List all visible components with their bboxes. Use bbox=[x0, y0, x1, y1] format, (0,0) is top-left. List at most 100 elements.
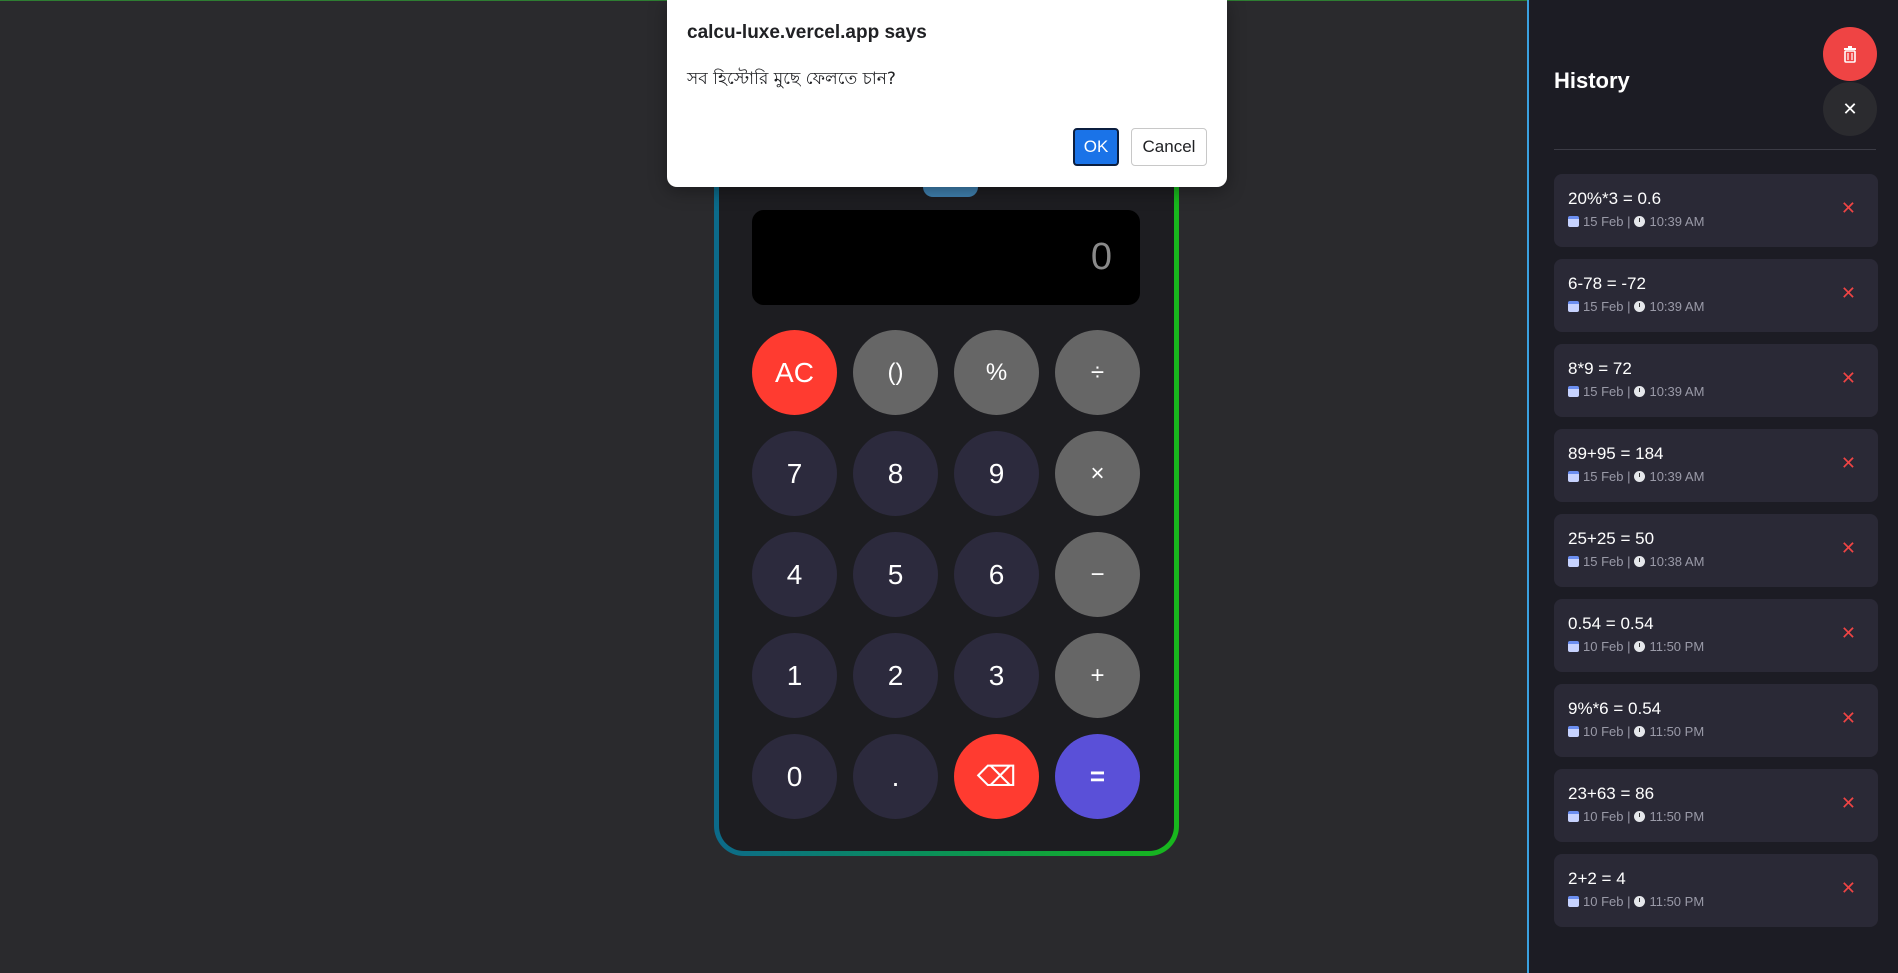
digit-8-key[interactable]: 8 bbox=[853, 431, 938, 516]
delete-history-item-button[interactable]: ✕ bbox=[1841, 198, 1856, 219]
calendar-icon bbox=[1568, 386, 1579, 397]
keypad: AC()% ÷ 7 8 9 × 4 5 6− 1 2 3 +0. ⌫ = bbox=[752, 330, 1140, 819]
digit-4-key[interactable]: 4 bbox=[752, 532, 837, 617]
calendar-icon bbox=[1568, 811, 1579, 822]
calendar-icon bbox=[1568, 641, 1579, 652]
history-expression: 2+2 = 4 bbox=[1568, 869, 1626, 888]
multiply-key[interactable]: × bbox=[1055, 431, 1140, 516]
ac-key[interactable]: AC bbox=[752, 330, 837, 415]
digit-7-key[interactable]: 7 bbox=[752, 431, 837, 516]
history-expression: 9%*6 = 0.54 bbox=[1568, 699, 1662, 718]
calendar-icon bbox=[1568, 726, 1579, 737]
confirm-dialog: calcu-luxe.vercel.app says সব হিস্টোরি ম… bbox=[667, 0, 1227, 187]
history-item[interactable]: 20%*3 = 0.6 15 Feb | 10:39 AM ✕ bbox=[1554, 174, 1878, 247]
history-panel: History ✕ 20%*3 = 0.6 15 Feb | 10:39 AM ✕ 6-… bbox=[1527, 0, 1898, 973]
delete-history-item-button[interactable]: ✕ bbox=[1841, 878, 1856, 899]
digit-5-key[interactable]: 5 bbox=[853, 532, 938, 617]
history-date: 15 Feb | bbox=[1583, 554, 1631, 569]
delete-history-item-button[interactable]: ✕ bbox=[1841, 623, 1856, 644]
digit-3-key[interactable]: 3 bbox=[954, 633, 1039, 718]
delete-history-item-button[interactable]: ✕ bbox=[1841, 368, 1856, 389]
clock-icon bbox=[1634, 896, 1646, 907]
calculator: 0 AC()% ÷ 7 8 9 × 4 5 6− 1 2 3 +0. ⌫ = bbox=[714, 120, 1179, 856]
close-history-button[interactable]: ✕ bbox=[1823, 82, 1877, 136]
delete-history-item-button[interactable]: ✕ bbox=[1841, 538, 1856, 559]
history-time: 11:50 PM bbox=[1649, 809, 1705, 824]
close-icon: ✕ bbox=[1842, 98, 1858, 119]
history-date: 15 Feb | bbox=[1583, 299, 1631, 314]
clock-icon bbox=[1634, 726, 1646, 737]
digit-9-key[interactable]: 9 bbox=[954, 431, 1039, 516]
history-date: 10 Feb | bbox=[1583, 894, 1631, 909]
display-value: 0 bbox=[1090, 236, 1112, 278]
parentheses-key[interactable]: () bbox=[853, 330, 938, 415]
clock-icon bbox=[1634, 811, 1646, 822]
add-key[interactable]: + bbox=[1055, 633, 1140, 718]
history-meta: 15 Feb | 10:38 AM bbox=[1568, 554, 1878, 569]
history-time: 10:38 AM bbox=[1649, 554, 1705, 569]
history-item[interactable]: 23+63 = 86 10 Feb | 11:50 PM ✕ bbox=[1554, 769, 1878, 842]
dialog-message: সব হিস্টোরি মুছে ফেলতে চান? bbox=[687, 69, 896, 89]
history-list: 20%*3 = 0.6 15 Feb | 10:39 AM ✕ 6-78 = -72 15… bbox=[1554, 174, 1878, 939]
delete-history-item-button[interactable]: ✕ bbox=[1841, 283, 1856, 304]
history-expression: 8*9 = 72 bbox=[1568, 359, 1632, 378]
decimal-key[interactable]: . bbox=[853, 734, 938, 819]
trash-icon bbox=[1844, 46, 1856, 63]
history-item[interactable]: 25+25 = 50 15 Feb | 10:38 AM ✕ bbox=[1554, 514, 1878, 587]
calculator-display: 0 bbox=[752, 210, 1140, 305]
history-divider bbox=[1554, 149, 1876, 150]
history-date: 15 Feb | bbox=[1583, 214, 1631, 229]
delete-history-item-button[interactable]: ✕ bbox=[1841, 793, 1856, 814]
clear-history-button[interactable] bbox=[1823, 27, 1877, 81]
history-expression: 0.54 = 0.54 bbox=[1568, 614, 1654, 633]
history-time: 10:39 AM bbox=[1649, 384, 1705, 399]
history-date: 15 Feb | bbox=[1583, 469, 1631, 484]
calculator-body: 0 AC()% ÷ 7 8 9 × 4 5 6− 1 2 3 +0. ⌫ = bbox=[719, 125, 1174, 851]
history-date: 10 Feb | bbox=[1583, 809, 1631, 824]
history-title: History bbox=[1554, 68, 1630, 93]
equals-key[interactable]: = bbox=[1055, 734, 1140, 819]
history-item[interactable]: 8*9 = 72 15 Feb | 10:39 AM ✕ bbox=[1554, 344, 1878, 417]
history-date: 15 Feb | bbox=[1583, 384, 1631, 399]
history-meta: 10 Feb | 11:50 PM bbox=[1568, 724, 1878, 739]
clock-icon bbox=[1634, 471, 1646, 482]
history-item[interactable]: 2+2 = 4 10 Feb | 11:50 PM ✕ bbox=[1554, 854, 1878, 927]
history-expression: 23+63 = 86 bbox=[1568, 784, 1655, 803]
history-expression: 25+25 = 50 bbox=[1568, 529, 1655, 548]
clock-icon bbox=[1634, 556, 1646, 567]
history-item[interactable]: 9%*6 = 0.54 10 Feb | 11:50 PM ✕ bbox=[1554, 684, 1878, 757]
history-item[interactable]: 89+95 = 184 15 Feb | 10:39 AM ✕ bbox=[1554, 429, 1878, 502]
history-meta: 10 Feb | 11:50 PM bbox=[1568, 809, 1878, 824]
history-time: 11:50 PM bbox=[1649, 639, 1705, 654]
ok-button[interactable]: OK bbox=[1073, 128, 1119, 166]
backspace-key[interactable]: ⌫ bbox=[954, 734, 1039, 819]
digit-6-key[interactable]: 6 bbox=[954, 532, 1039, 617]
calendar-icon bbox=[1568, 471, 1579, 482]
history-meta: 10 Feb | 11:50 PM bbox=[1568, 639, 1878, 654]
calendar-icon bbox=[1568, 556, 1579, 567]
percent-key[interactable]: % bbox=[954, 330, 1039, 415]
history-meta: 15 Feb | 10:39 AM bbox=[1568, 299, 1878, 314]
history-expression: 20%*3 = 0.6 bbox=[1568, 189, 1662, 208]
delete-history-item-button[interactable]: ✕ bbox=[1841, 708, 1856, 729]
clock-icon bbox=[1634, 301, 1646, 312]
history-meta: 10 Feb | 11:50 PM bbox=[1568, 894, 1878, 909]
history-item[interactable]: 0.54 = 0.54 10 Feb | 11:50 PM ✕ bbox=[1554, 599, 1878, 672]
history-item[interactable]: 6-78 = -72 15 Feb | 10:39 AM ✕ bbox=[1554, 259, 1878, 332]
history-date: 10 Feb | bbox=[1583, 639, 1631, 654]
divide-key[interactable]: ÷ bbox=[1055, 330, 1140, 415]
history-time: 10:39 AM bbox=[1649, 469, 1705, 484]
subtract-key[interactable]: − bbox=[1055, 532, 1140, 617]
calendar-icon bbox=[1568, 301, 1579, 312]
digit-0-key[interactable]: 0 bbox=[752, 734, 837, 819]
digit-2-key[interactable]: 2 bbox=[853, 633, 938, 718]
history-time: 11:50 PM bbox=[1649, 724, 1705, 739]
digit-1-key[interactable]: 1 bbox=[752, 633, 837, 718]
delete-history-item-button[interactable]: ✕ bbox=[1841, 453, 1856, 474]
dialog-title: calcu-luxe.vercel.app says bbox=[687, 22, 927, 43]
history-time: 10:39 AM bbox=[1649, 299, 1705, 314]
clock-icon bbox=[1634, 386, 1646, 397]
calendar-icon bbox=[1568, 896, 1579, 907]
clock-icon bbox=[1634, 641, 1646, 652]
cancel-button[interactable]: Cancel bbox=[1131, 128, 1207, 166]
